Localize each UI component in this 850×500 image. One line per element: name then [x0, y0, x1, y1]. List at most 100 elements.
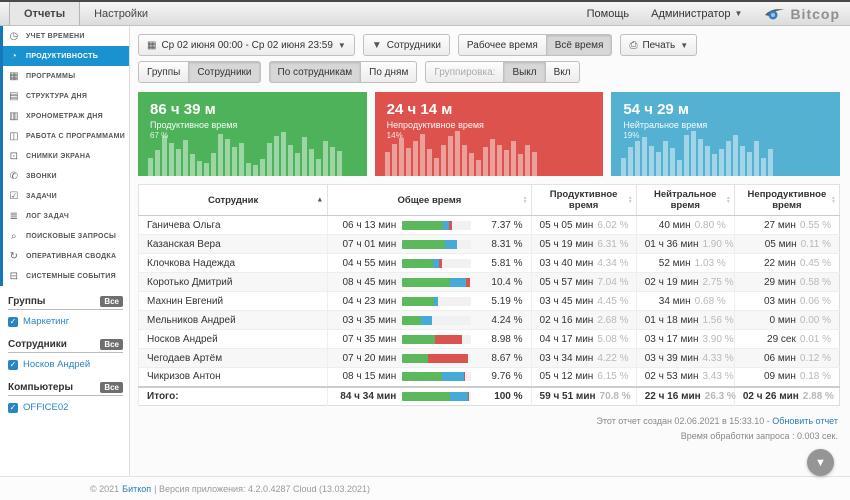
- time-mode-all[interactable]: Всё время: [547, 34, 613, 56]
- unproductive-time-cell: 29 мин0.58 %: [734, 273, 839, 292]
- sidebar-item-apps[interactable]: ▦Программы: [3, 66, 129, 86]
- bar-segment-unproductive: [428, 354, 468, 363]
- mini-bar: [385, 152, 390, 176]
- summary-card: 54 ч 29 мНейтральное время19%: [611, 92, 840, 176]
- percent-value: 0.01 %: [800, 334, 831, 345]
- sidebar-item-monitor[interactable]: ⊟Системные события: [3, 266, 129, 286]
- employee-name: Клочкова Надежда: [139, 254, 328, 273]
- productivity-table: Сотрудник▲Общее время▲▼Продуктивное врем…: [138, 184, 840, 406]
- filter-section-header: КомпьютерыВсе: [8, 382, 123, 396]
- column-header-3[interactable]: Продуктивное время▲▼: [531, 185, 636, 216]
- card-time-value: 86 ч 39 м: [150, 101, 355, 118]
- phone-icon: ✆: [8, 171, 20, 182]
- sidebar-item-gauge[interactable]: ◔Продуктивность: [3, 46, 129, 66]
- mini-bar: [497, 145, 502, 176]
- sidebar-item-history[interactable]: ↻Оперативная сводка: [3, 246, 129, 266]
- report-created-text: Этот отчет создан 02.06.2021 в 15:33.10 …: [596, 416, 769, 426]
- mini-bar: [483, 147, 488, 176]
- sort-icon: ▲▼: [523, 196, 528, 204]
- checkbox-checked-icon[interactable]: ✓: [8, 360, 18, 370]
- filter-item[interactable]: ✓Маркетинг: [8, 316, 123, 327]
- column-header-4[interactable]: Нейтральное время▲▼: [636, 185, 734, 216]
- sidebar-item-search[interactable]: ⌕Поисковые запросы: [3, 226, 129, 246]
- tab-settings[interactable]: Настройки: [80, 2, 162, 25]
- percent-value: 2.68 %: [597, 315, 628, 326]
- view-mode-by-employee[interactable]: По сотрудникам: [269, 61, 362, 83]
- bar-segment-productive: [402, 259, 433, 268]
- column-header-1[interactable]: Сотрудник▲: [139, 185, 328, 216]
- user-menu[interactable]: Администратор ▼: [651, 8, 742, 20]
- mini-bar: [511, 141, 516, 176]
- productive-time-cell: 05 ч 57 мин7.04 %: [531, 273, 636, 292]
- checkbox-checked-icon[interactable]: ✓: [8, 317, 18, 327]
- grouping-on[interactable]: Вкл: [546, 61, 580, 83]
- column-header-2[interactable]: Общее время▲▼: [328, 185, 531, 216]
- bar-segment-productive: [402, 392, 450, 401]
- scroll-down-button[interactable]: ▼: [807, 449, 834, 476]
- mini-bar: [663, 141, 668, 176]
- employees-filter-button[interactable]: ▼ Сотрудники: [363, 34, 450, 56]
- sidebar-item-day-structure[interactable]: ▤Структура дня: [3, 86, 129, 106]
- sidebar-item-log[interactable]: ≣Лог задач: [3, 206, 129, 226]
- apps-icon: ▦: [8, 71, 20, 82]
- filter-item[interactable]: ✓Носков Андрей: [8, 359, 123, 370]
- mini-bar: [190, 154, 195, 176]
- time-value: 05 ч 12 мин: [540, 371, 594, 382]
- sidebar-item-clock[interactable]: ◷Учет времени: [3, 26, 129, 46]
- time-value: 84 ч 34 мин: [336, 391, 396, 402]
- help-link[interactable]: Помощь: [587, 8, 630, 20]
- view-mode-by-day[interactable]: По дням: [361, 61, 417, 83]
- brand-footer-link[interactable]: Биткоп: [122, 484, 151, 494]
- mini-bar: [490, 139, 495, 176]
- mini-bar: [148, 158, 153, 176]
- print-button[interactable]: ⎙ Печать ▼: [620, 34, 697, 56]
- user-menu-label: Администратор: [651, 8, 730, 20]
- date-range-picker[interactable]: ▦ Ср 02 июня 00:00 - Ср 02 июня 23:59 ▼: [138, 34, 355, 56]
- stacked-bar: [402, 297, 470, 306]
- sidebar-item-phone[interactable]: ✆Звонки: [3, 166, 129, 186]
- employee-name: Коротько Дмитрий: [139, 273, 328, 292]
- tab-reports[interactable]: Отчеты: [9, 2, 80, 25]
- select-all-badge[interactable]: Все: [100, 339, 123, 350]
- sidebar-item-label: Учет времени: [26, 33, 85, 40]
- mini-bar: [225, 139, 230, 176]
- top-bar-right: Помощь Администратор ▼ Bitcop: [587, 2, 850, 25]
- select-all-badge[interactable]: Все: [100, 296, 123, 307]
- mini-bar: [504, 150, 509, 176]
- employee-name: Казанская Вера: [139, 235, 328, 254]
- mini-bar: [677, 160, 682, 176]
- sidebar-item-timeline[interactable]: ▥Хронометраж дня: [3, 106, 129, 126]
- productive-time-cell: 05 ч 05 мин6.02 %: [531, 216, 636, 235]
- mini-bar: [518, 154, 523, 176]
- percent-value: 0.58 %: [800, 277, 831, 288]
- column-header-label: Продуктивное время: [550, 189, 618, 211]
- neutral-time-cell: 01 ч 18 мин1.56 %: [636, 311, 734, 330]
- percent-value: 5.81 %: [477, 258, 523, 269]
- group-mode-employees[interactable]: Сотрудники: [189, 61, 260, 83]
- mini-bar: [684, 135, 689, 176]
- sidebar-item-camera[interactable]: ⊡Снимки экрана: [3, 146, 129, 166]
- filter-item[interactable]: ✓OFFICE02: [8, 402, 123, 413]
- checkbox-checked-icon[interactable]: ✓: [8, 403, 18, 413]
- select-all-badge[interactable]: Все: [100, 382, 123, 393]
- refresh-report-link[interactable]: Обновить отчет: [772, 416, 838, 426]
- bar-segment-productive: [402, 335, 435, 344]
- time-mode-work[interactable]: Рабочее время: [458, 34, 547, 56]
- grouping-off[interactable]: Выкл: [504, 61, 545, 83]
- mini-bar: [733, 135, 738, 176]
- sidebar-item-window[interactable]: ◫Работа с программами: [3, 126, 129, 146]
- sidebar-item-label: Системные события: [26, 273, 116, 280]
- table-row: Чикризов Антон08 ч 15 мин9.76 %05 ч 12 м…: [139, 368, 840, 387]
- bar-segment-neutral: [442, 372, 464, 381]
- group-mode-groups[interactable]: Группы: [138, 61, 189, 83]
- column-header-5[interactable]: Непродуктивное время▲▼: [734, 185, 839, 216]
- time-value: 01 ч 18 мин: [645, 315, 699, 326]
- bar-segment-unproductive: [439, 259, 442, 268]
- percent-value: 1.03 %: [695, 258, 726, 269]
- mini-bar: [260, 159, 265, 176]
- bar-segment-productive: [402, 354, 428, 363]
- time-value: 02 ч 53 мин: [645, 371, 699, 382]
- sidebar-item-tasks[interactable]: ☑Задачи: [3, 186, 129, 206]
- time-value: 07 ч 35 мин: [336, 334, 396, 345]
- table-row: Чегодаев Артём07 ч 20 мин8.67 %03 ч 34 м…: [139, 349, 840, 368]
